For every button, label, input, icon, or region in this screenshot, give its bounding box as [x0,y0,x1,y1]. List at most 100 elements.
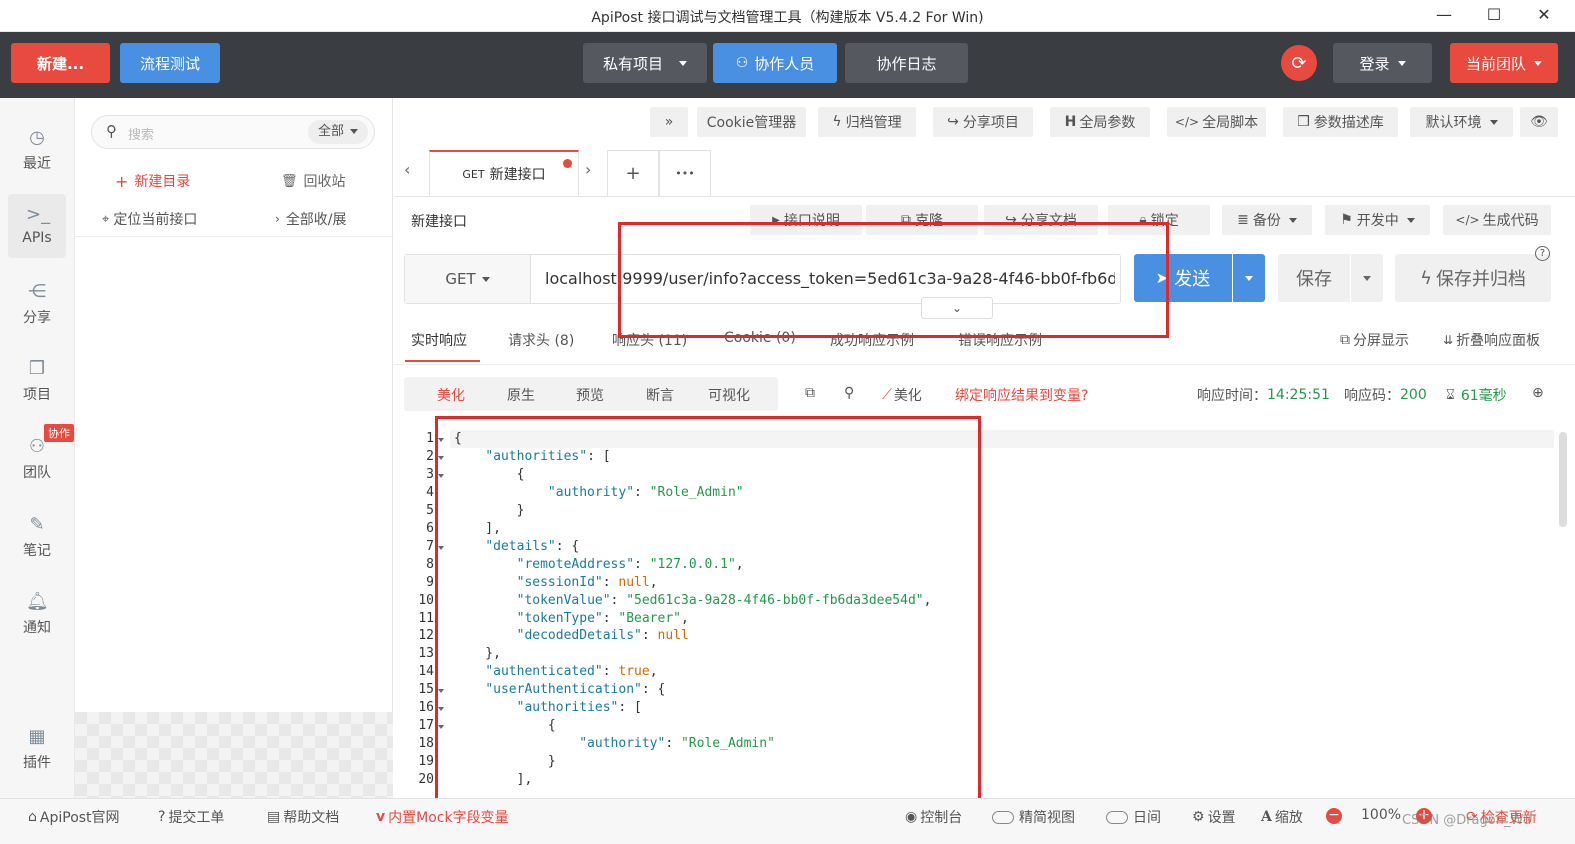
tab-request-headers[interactable]: 请求头 (8) [508,330,574,350]
collapse-all-button[interactable]: › 全部收/展 [275,209,347,229]
rail-item-recent[interactable]: ◷ 最近 [8,117,66,181]
split-view-button[interactable]: ⧉ 分屏显示 [1340,330,1409,350]
param-library-button[interactable]: ❒ 参数描述库 [1283,107,1398,137]
filter-dropdown[interactable]: 全部 [307,120,368,144]
rail-item-share[interactable]: ⋲ 分享 [8,271,66,335]
method-label: GET [445,270,476,288]
split-icon: ⧉ [1340,332,1350,348]
env-dropdown[interactable]: 默认环境 [1410,107,1513,137]
save-archive-label: 保存并归档 [1435,269,1526,290]
chevron-down-icon [679,60,687,66]
zoom-out-icon[interactable]: − [1326,808,1342,824]
beautify-button[interactable]: ⟋ 美化 [882,385,922,405]
new-folder-button[interactable]: + 新建目录 [115,171,190,191]
split-label: 分屏显示 [1353,333,1409,349]
tab-raw[interactable]: 原生 [507,385,535,405]
fold-panel-button[interactable]: ⇊ 折叠响应面板 [1443,330,1540,350]
settings-button[interactable]: ⚙ 设置 [1192,807,1236,827]
generate-code-button[interactable]: </> 生成代码 [1443,205,1551,235]
global-script-button[interactable]: </> 全局脚本 [1167,107,1266,137]
tab-new-api[interactable]: GET 新建接口 [429,150,579,196]
share-icon: ⋲ [28,281,46,302]
eye-icon[interactable]: 👁︎ [1520,107,1558,137]
bind-response-var-link[interactable]: 绑定响应结果到变量? [955,385,1088,405]
home-icon: ⌂ [28,809,37,825]
current-team-dropdown[interactable]: 当前团队 [1450,43,1558,83]
line-number: 11 [418,610,434,626]
locate-current-button[interactable]: ⌖ 定位当前接口 [102,209,197,229]
day-mode-toggle[interactable]: 日间 [1106,807,1161,827]
rail-label: 最近 [23,156,51,172]
question-icon: ? [158,809,166,825]
new-button[interactable]: 新建... [11,43,110,83]
zoom-control: A 缩放 [1261,807,1303,827]
recycle-bin-button[interactable]: 🗑︎ 回收站 [281,171,346,191]
login-dropdown[interactable]: 登录 [1333,43,1432,83]
save-options-dropdown[interactable] [1351,254,1383,302]
send-options-dropdown[interactable] [1233,254,1265,302]
tab-pretty[interactable]: 美化 [437,385,465,405]
minimize-button[interactable]: — [1424,3,1464,29]
global-params-button[interactable]: H 全局参数 [1050,107,1150,137]
line-number: 6 [426,520,434,536]
status-dropdown[interactable]: ⚑ 开发中 [1325,205,1430,235]
search-input[interactable]: ⚲ 搜索 全部 [91,115,375,149]
console-button[interactable]: ◉ 控制台 [905,807,962,827]
line-number: 8 [426,556,434,572]
help-icon[interactable]: ? [1535,246,1550,261]
maximize-button[interactable]: ☐ [1474,3,1514,29]
top-toolbar: 新建... 流程测试 私有项目 ⚇ 协作人员 协作日志 ⟳ 登录 当前团队 [0,32,1575,98]
resp-code-value: 200 [1400,387,1427,403]
save-and-archive-button[interactable]: ϟ 保存并归档 [1395,254,1551,302]
simple-view-toggle[interactable]: 精简视图 [992,807,1075,827]
backup-dropdown[interactable]: ≣ 备份 [1222,205,1312,235]
help-docs-link[interactable]: ▤ 帮助文档 [267,807,339,827]
tab-scroll-right-icon[interactable]: › [585,160,591,179]
chevron-down-icon [1406,217,1415,223]
tab-live-response[interactable]: 实时响应 [411,330,467,350]
cookie-manager-button[interactable]: Cookie管理器 [697,107,806,137]
add-tab-button[interactable]: + [607,150,659,196]
tab-more-button[interactable]: ••• [659,150,711,196]
rail-item-plugins[interactable]: ▦ 插件 [8,716,66,780]
private-project-dropdown[interactable]: 私有项目 [583,43,707,83]
save-button[interactable]: 保存 [1278,254,1350,302]
rail-item-apis[interactable]: >_ APIs [8,194,66,258]
official-site-link[interactable]: ⌂ ApiPost官网 [28,807,120,827]
rail-item-notes[interactable]: ✎ 笔记 [8,504,66,568]
close-window-button[interactable]: ✕ [1524,3,1564,29]
hourglass-icon: ⌛︎ [1446,387,1455,403]
line-number: 17 [418,718,434,734]
location-icon: ⌖ [102,211,110,227]
line-number: 7 [426,538,434,554]
line-number: 10 [418,592,434,608]
copy-icon[interactable]: ⧉ [805,385,815,401]
flow-test-button[interactable]: 流程测试 [120,43,220,83]
collaborators-button[interactable]: ⚇ 协作人员 [713,43,837,83]
method-dropdown[interactable]: GET [405,255,531,303]
tab-preview[interactable]: 预览 [576,385,604,405]
annotation-box-response [435,416,981,808]
grid-icon: ▦ [28,726,46,747]
tab-visualize[interactable]: 可视化 [708,385,750,405]
response-duration: ⌛︎ 61毫秒 [1446,385,1507,405]
edit-icon: ✎ [29,514,45,535]
download-icon[interactable]: ⊕ [1532,385,1544,401]
collab-log-button[interactable]: 协作日志 [845,43,968,83]
more-tools-button[interactable]: » [650,107,688,137]
mock-fields-link[interactable]: v 内置Mock字段变量 [376,807,509,827]
rail-item-project[interactable]: ❒ 项目 [8,348,66,412]
archive-manager-button[interactable]: ϟ 归档管理 [818,107,916,137]
flag-icon: ⚑ [1340,212,1353,228]
sync-icon[interactable]: ⟳ [1281,45,1317,81]
code-scrollbar[interactable] [1559,432,1567,527]
tab-scroll-left-icon[interactable]: ‹ [404,160,410,179]
line-number: 18 [418,736,434,752]
bell-icon: 🔔︎ [26,591,49,612]
search-icon[interactable]: ⚲ [844,385,854,401]
share-project-button[interactable]: ↪ 分享项目 [933,107,1033,137]
tab-assert[interactable]: 断言 [646,385,674,405]
submit-ticket-link[interactable]: ? 提交工单 [158,807,224,827]
rail-item-notify[interactable]: 🔔︎ 通知 [8,581,66,645]
filter-label: 全部 [317,124,344,139]
